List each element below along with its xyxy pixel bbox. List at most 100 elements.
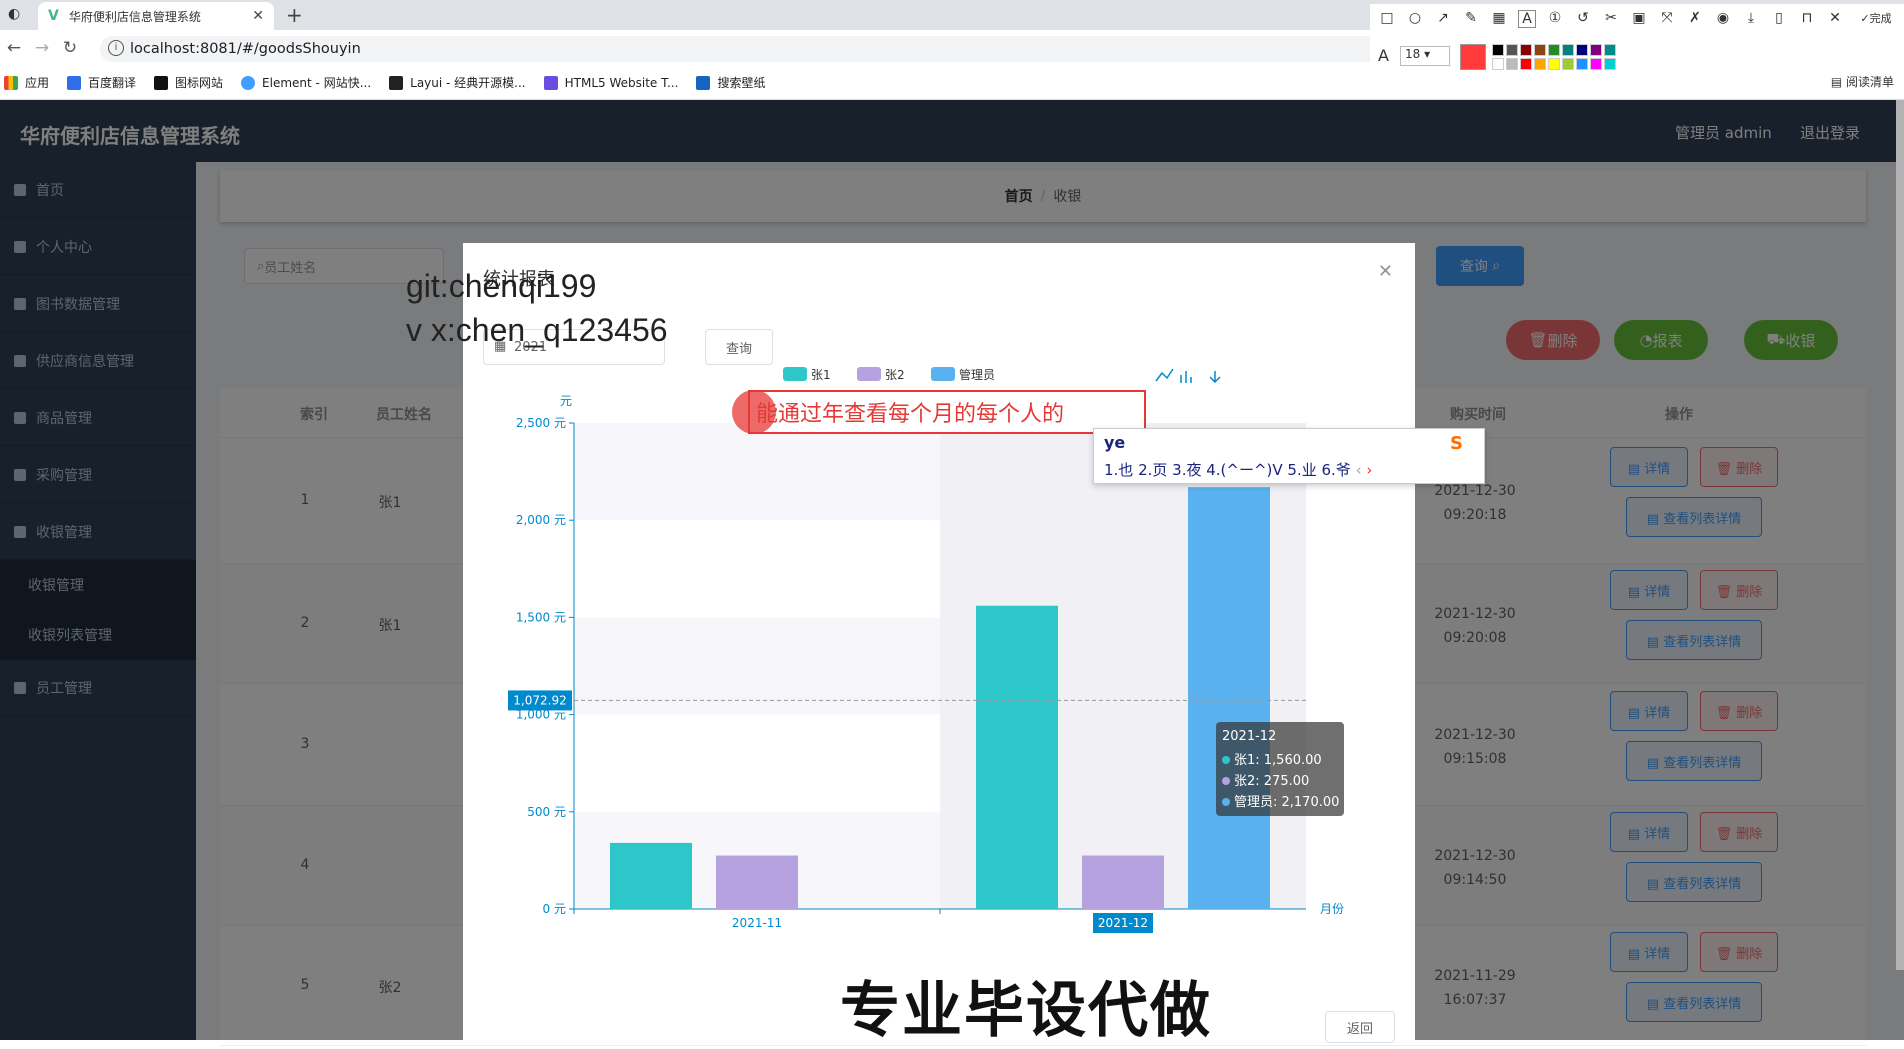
- mosaic-tool-icon[interactable]: ▦: [1490, 10, 1508, 28]
- legend-swatch: [931, 367, 955, 381]
- translate-tool-icon[interactable]: ⤧: [1658, 10, 1676, 28]
- scissors-icon[interactable]: ✂: [1602, 10, 1620, 28]
- return-button[interactable]: 返回: [1325, 1011, 1395, 1043]
- font-size-icon: A: [1378, 46, 1389, 65]
- done-button[interactable]: ✓完成: [1852, 10, 1900, 28]
- color-swatch[interactable]: [1492, 58, 1504, 70]
- color-swatch[interactable]: [1562, 58, 1574, 70]
- color-swatch[interactable]: [1520, 44, 1532, 56]
- legend-label: 管理员: [959, 367, 995, 382]
- bookmark-icon-site[interactable]: 图标网站: [154, 74, 223, 91]
- bar-chart: 0 元500 元1,000 元1,500 元2,000 元2,500 元元月份2…: [508, 367, 1344, 933]
- legend-swatch: [857, 367, 881, 381]
- back-icon[interactable]: ←: [0, 38, 28, 58]
- element-icon: [241, 75, 256, 90]
- arrow-tool-icon[interactable]: ↗: [1434, 10, 1452, 28]
- color-swatch[interactable]: [1590, 58, 1602, 70]
- y-tick-label: 0 元: [543, 902, 566, 916]
- ime-input: ye: [1104, 433, 1126, 452]
- reload-icon[interactable]: ↻: [56, 38, 84, 58]
- html5-icon: [543, 75, 558, 90]
- tooltip-dot: [1222, 798, 1230, 806]
- bookmark-baidu-translate[interactable]: 百度翻译: [67, 74, 136, 91]
- bookmark-apps[interactable]: 应用: [4, 74, 49, 91]
- rect-tool-icon[interactable]: □: [1378, 10, 1396, 28]
- cancel-icon[interactable]: ✕: [1826, 10, 1844, 28]
- vue-favicon-icon: V: [48, 8, 59, 24]
- color-swatch[interactable]: [1492, 44, 1504, 56]
- bar-张1: [976, 605, 1058, 909]
- tooltip-line: 张2: 275.00: [1234, 774, 1309, 789]
- apps-grid-icon: [4, 75, 18, 90]
- line-chart-icon[interactable]: [1155, 368, 1174, 382]
- bottom-watermark: 专业毕设代做: [840, 976, 1212, 1046]
- pin-icon[interactable]: ✗: [1686, 10, 1704, 28]
- color-swatch[interactable]: [1506, 58, 1518, 70]
- bar-张1: [610, 842, 692, 909]
- bar-chart-icon[interactable]: [1180, 371, 1192, 383]
- new-tab-icon[interactable]: +: [286, 3, 303, 27]
- legend-label: 张2: [885, 368, 905, 382]
- bookmark-html5[interactable]: HTML5 Website T...: [543, 75, 678, 90]
- save-image-icon[interactable]: [1209, 371, 1221, 384]
- browser-tab[interactable]: V 华府便利店信息管理系统 ✕: [38, 2, 274, 30]
- color-swatch[interactable]: [1562, 44, 1574, 56]
- forward-icon[interactable]: →: [28, 38, 56, 58]
- x-tick-label: 2021-11: [732, 916, 782, 930]
- split-area: [574, 423, 940, 521]
- x-tick-label: 2021-12: [1098, 916, 1148, 930]
- layui-icon: [389, 75, 404, 90]
- color-swatch[interactable]: [1590, 44, 1602, 56]
- y-tick-label: 1,500 元: [516, 610, 566, 624]
- bookmark-tool-icon[interactable]: ⊓: [1798, 10, 1816, 28]
- annotation-text-box[interactable]: 能通过年查看每个月的每个人的: [748, 390, 1146, 434]
- color-swatch[interactable]: [1576, 58, 1588, 70]
- color-swatch[interactable]: [1506, 44, 1518, 56]
- bookmark-wallpaper[interactable]: 搜索壁纸: [696, 74, 765, 91]
- bookmark-layui[interactable]: Layui - 经典开源模...: [389, 74, 526, 91]
- color-swatch[interactable]: [1548, 44, 1560, 56]
- number-tool-icon[interactable]: ①: [1546, 10, 1564, 28]
- legend-label: 张1: [811, 368, 831, 382]
- tooltip-dot: [1222, 756, 1230, 764]
- x-axis-label: 月份: [1320, 902, 1344, 916]
- tooltip-title: 2021-12: [1222, 729, 1276, 744]
- color-swatch[interactable]: [1576, 44, 1588, 56]
- color-swatch[interactable]: [1548, 58, 1560, 70]
- color-swatch[interactable]: [1604, 58, 1616, 70]
- color-swatch[interactable]: [1534, 58, 1546, 70]
- text-tool-icon[interactable]: A: [1518, 10, 1536, 28]
- ime-next-icon[interactable]: ›: [1366, 461, 1372, 479]
- circle-tool-icon[interactable]: ○: [1406, 10, 1424, 28]
- axis-pointer-value: 1,072.92: [513, 693, 566, 707]
- tooltip-line: 管理员: 2,170.00: [1234, 795, 1339, 810]
- font-size-select[interactable]: 18 ▾: [1400, 46, 1450, 66]
- record-icon[interactable]: ◉: [1714, 10, 1732, 28]
- phone-icon[interactable]: ▯: [1770, 10, 1788, 28]
- watermark-vx: v x:chen_q123456: [406, 312, 668, 348]
- reading-list-icon: ▤: [1830, 75, 1846, 89]
- page-scrollbar[interactable]: [1896, 100, 1904, 970]
- tab-title: 华府便利店信息管理系统: [68, 9, 201, 24]
- bookmark-element[interactable]: Element - 网站快...: [241, 74, 371, 91]
- current-color-swatch[interactable]: [1460, 44, 1486, 70]
- bar-管理员: [1188, 487, 1270, 909]
- color-swatch[interactable]: [1520, 58, 1532, 70]
- pen-tool-icon[interactable]: ✎: [1462, 10, 1480, 28]
- tab-close-icon[interactable]: ✕: [252, 8, 264, 24]
- ocr-icon[interactable]: ▣: [1630, 10, 1648, 28]
- download-icon[interactable]: ⤓: [1742, 10, 1760, 28]
- y-tick-label: 2,000 元: [516, 513, 566, 527]
- site-info-icon[interactable]: i: [108, 40, 124, 56]
- y-tick-label: 2,500 元: [516, 416, 566, 430]
- ime-candidates[interactable]: 1.也 2.页 3.夜 4.(^ー^)V 5.业 6.爷 ‹ ›: [1104, 459, 1372, 480]
- sogou-logo-icon: S: [1450, 433, 1463, 454]
- undo-icon[interactable]: ↺: [1574, 10, 1592, 28]
- color-swatch[interactable]: [1604, 44, 1616, 56]
- browser-menu-icon[interactable]: ◐: [8, 6, 20, 22]
- legend-swatch: [783, 367, 807, 381]
- ime-prev-icon[interactable]: ‹: [1356, 461, 1362, 479]
- bar-张2: [716, 855, 798, 909]
- color-swatch[interactable]: [1534, 44, 1546, 56]
- screenshot-toolbar: □ ○ ↗ ✎ ▦ A ① ↺ ✂ ▣ ⤧ ✗ ◉ ⤓ ▯ ⊓ ✕ ✓完成 A …: [1370, 4, 1904, 76]
